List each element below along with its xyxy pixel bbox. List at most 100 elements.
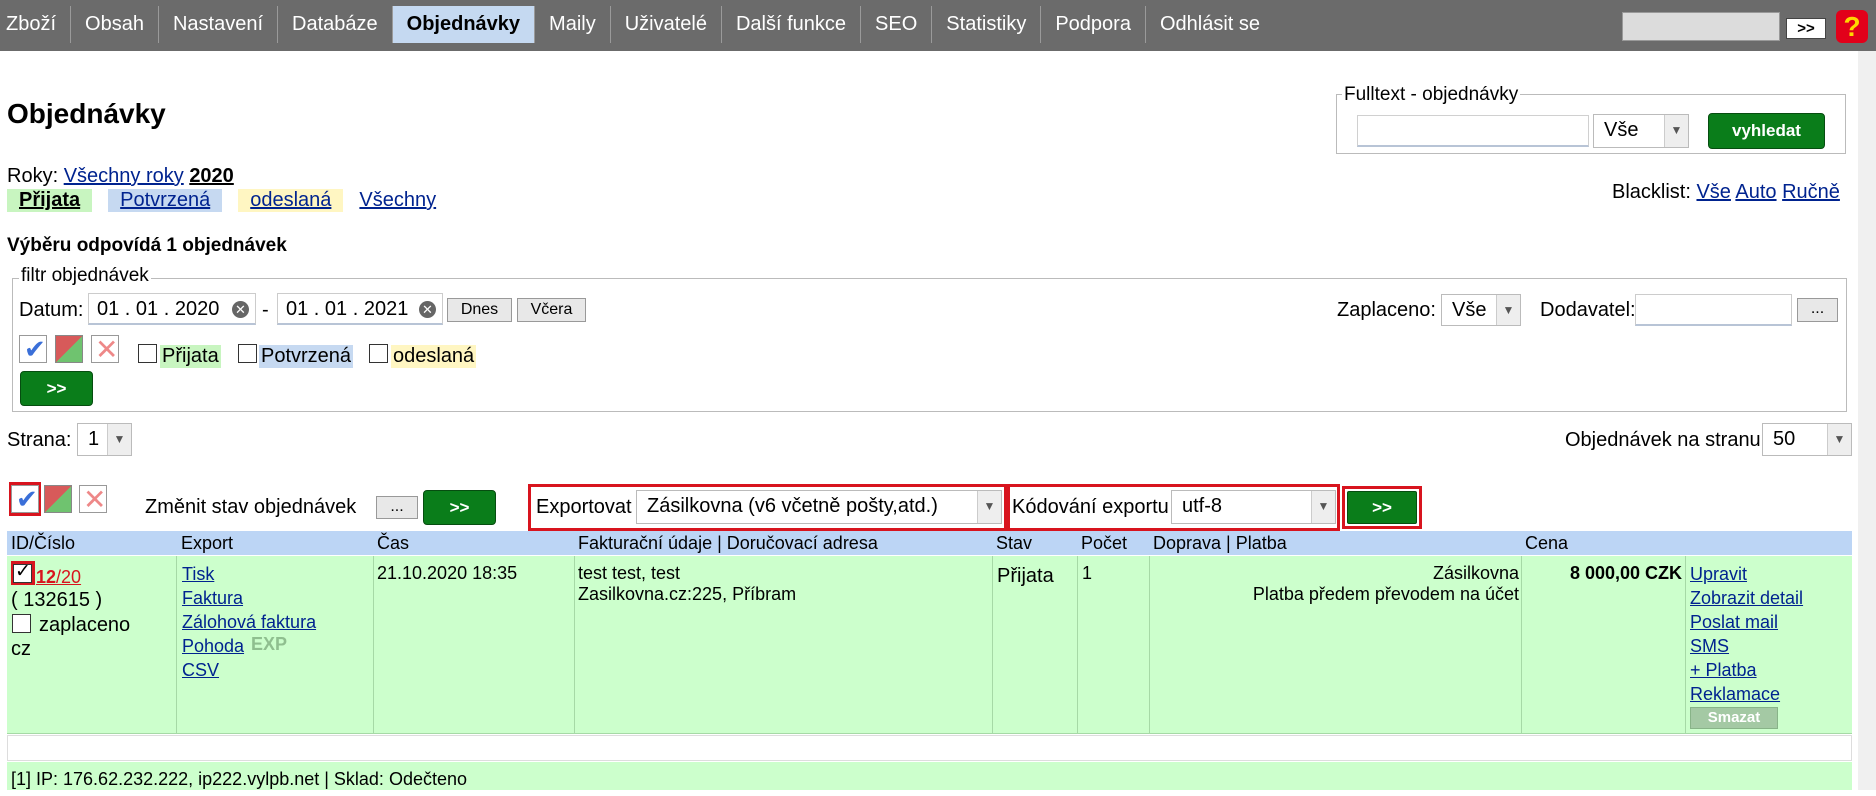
blacklist-links: Blacklist: Vše Auto Ručně [1612, 181, 1840, 204]
order-note-row [7, 735, 1852, 761]
status-link-prijata[interactable]: Přijata [7, 189, 93, 212]
column-divider [1149, 556, 1150, 734]
export-pohoda-link[interactable]: Pohoda [182, 634, 244, 658]
export-go-button[interactable]: >> [1347, 491, 1417, 524]
col-header-export[interactable]: Export [181, 533, 233, 554]
nav-item-obsah[interactable]: Obsah [70, 6, 158, 43]
paid-label: Zaplaceno: [1337, 299, 1436, 321]
status-links: Přijata Potvrzená odeslaná Všechny [7, 189, 436, 212]
order-id: ( 132615 ) [11, 589, 103, 611]
col-header-billing[interactable]: Fakturační údaje | Doručovací adresa [578, 533, 878, 554]
col-header-shipping[interactable]: Doprava | Platba [1153, 533, 1287, 554]
col-header-price[interactable]: Cena [1525, 533, 1568, 554]
fulltext-search-button[interactable]: vyhledat [1708, 113, 1825, 149]
export-csv-link[interactable]: CSV [182, 658, 219, 682]
status-link-potvrzena[interactable]: Potvrzená [108, 189, 223, 212]
filter-odeslana-checkbox[interactable] [369, 344, 388, 363]
column-divider [373, 556, 374, 734]
supplier-picker-button[interactable]: ... [1797, 298, 1838, 322]
row-select-checkbox[interactable] [13, 560, 32, 583]
add-payment-link[interactable]: + Platba [1690, 658, 1757, 682]
encoding-value: utf-8 [1182, 495, 1223, 517]
export-label: Exportovat [536, 496, 632, 518]
paid-checkbox[interactable] [12, 614, 31, 633]
change-state-go-button[interactable]: >> [423, 490, 496, 525]
date-to-input[interactable]: 01 . 01 . 2021 ✕ [277, 293, 443, 325]
nav-item-databaze[interactable]: Databáze [277, 6, 392, 43]
paid-select-value: Vše [1452, 299, 1487, 321]
encoding-select[interactable]: utf-8 ▼ [1171, 490, 1336, 524]
order-language: cz [11, 638, 31, 660]
status-link-vsechny[interactable]: Všechny [359, 189, 436, 212]
filter-prijata-checkbox[interactable] [138, 344, 157, 363]
per-page-select[interactable]: 50 ▼ [1762, 423, 1852, 456]
nav-item-uzivatele[interactable]: Uživatelé [609, 6, 721, 43]
nav-item-maily[interactable]: Maily [534, 6, 610, 43]
orders-table-header: ID/Číslo Export Čas Fakturační údaje | D… [7, 531, 1852, 555]
col-header-state[interactable]: Stav [996, 533, 1032, 554]
order-number-year[interactable]: /20 [56, 567, 81, 587]
nav-item-odhlasit[interactable]: Odhlásit se [1144, 6, 1274, 43]
help-icon[interactable]: ? [1836, 10, 1868, 43]
edit-order-link[interactable]: Upravit [1690, 562, 1747, 586]
change-state-picker-button[interactable]: ... [376, 496, 418, 519]
column-divider [176, 556, 177, 734]
send-mail-link[interactable]: Poslat mail [1690, 610, 1778, 634]
order-item-count: 1 [1082, 563, 1093, 583]
clear-icon[interactable]: ✕ [419, 301, 436, 318]
sms-link[interactable]: SMS [1690, 634, 1729, 658]
invert-selection-icon[interactable] [44, 485, 72, 513]
nav-search-button[interactable]: >> [1786, 18, 1826, 39]
export-format-select[interactable]: Zásilkovna (v6 včetně pošty,atd.) ▼ [636, 490, 1002, 524]
supplier-input[interactable] [1635, 294, 1792, 326]
today-button[interactable]: Dnes [447, 298, 512, 322]
nav-search-input[interactable] [1622, 12, 1780, 41]
clear-icon[interactable]: ✕ [232, 301, 249, 318]
chevron-down-icon: ▼ [1496, 295, 1520, 325]
column-divider [992, 556, 993, 734]
page-scrollbar[interactable] [1858, 51, 1876, 790]
filter-submit-button[interactable]: >> [20, 371, 93, 406]
nav-item-objednavky[interactable]: Objednávky [391, 6, 535, 43]
filter-potvrzena-label: Potvrzená [259, 345, 354, 368]
yesterday-button[interactable]: Včera [517, 298, 586, 322]
nav-item-statistiky[interactable]: Statistiky [931, 6, 1040, 43]
year-2020-link[interactable]: 2020 [189, 165, 234, 187]
select-all-icon[interactable] [11, 484, 39, 515]
deselect-all-icon[interactable] [79, 483, 107, 516]
view-detail-link[interactable]: Zobrazit detail [1690, 586, 1803, 610]
nav-item-seo[interactable]: SEO [860, 6, 931, 43]
result-count: Výběru odpovídá 1 objednávek [7, 235, 287, 256]
supplier-label: Dodavatel: [1540, 299, 1636, 321]
col-header-time[interactable]: Čas [377, 533, 409, 554]
col-header-count[interactable]: Počet [1081, 533, 1127, 554]
status-link-odeslana[interactable]: odeslaná [238, 189, 344, 212]
order-number[interactable]: 12/20 [36, 565, 81, 589]
fulltext-scope-select[interactable]: Vše ▼ [1593, 114, 1689, 148]
date-from-input[interactable]: 01 . 01 . 2020 ✕ [88, 293, 256, 325]
blacklist-vse-link[interactable]: Vše [1696, 181, 1730, 203]
years-all-link[interactable]: Všechny roky [64, 165, 184, 187]
col-header-id[interactable]: ID/Číslo [11, 533, 75, 554]
filter-legend: filtr objednávek [19, 265, 151, 287]
blacklist-auto-link[interactable]: Auto [1735, 181, 1776, 203]
nav-item-dalsi-funkce[interactable]: Další funkce [720, 6, 860, 43]
export-zalohova-faktura-link[interactable]: Zálohová faktura [182, 610, 316, 634]
nav-item-podpora[interactable]: Podpora [1040, 6, 1145, 43]
complaint-link[interactable]: Reklamace [1690, 682, 1780, 706]
export-tisk-link[interactable]: Tisk [182, 562, 214, 586]
blacklist-rucne-link[interactable]: Ručně [1782, 181, 1840, 203]
select-all-icon[interactable] [19, 334, 47, 365]
order-number-main[interactable]: 12 [36, 567, 56, 587]
invert-selection-icon[interactable] [55, 335, 83, 363]
deselect-all-icon[interactable] [91, 333, 119, 366]
paid-select[interactable]: Vše ▼ [1441, 294, 1521, 326]
fulltext-input[interactable] [1357, 115, 1589, 147]
nav-item-nastaveni[interactable]: Nastavení [157, 6, 277, 43]
delete-order-button[interactable]: Smazat [1690, 707, 1778, 729]
page-select[interactable]: 1 ▼ [77, 423, 132, 456]
nav-item-zbozi[interactable]: Zboží [0, 6, 70, 43]
export-format-value: Zásilkovna (v6 včetně pošty,atd.) [647, 495, 938, 517]
export-faktura-link[interactable]: Faktura [182, 586, 243, 610]
filter-potvrzena-checkbox[interactable] [238, 344, 257, 363]
